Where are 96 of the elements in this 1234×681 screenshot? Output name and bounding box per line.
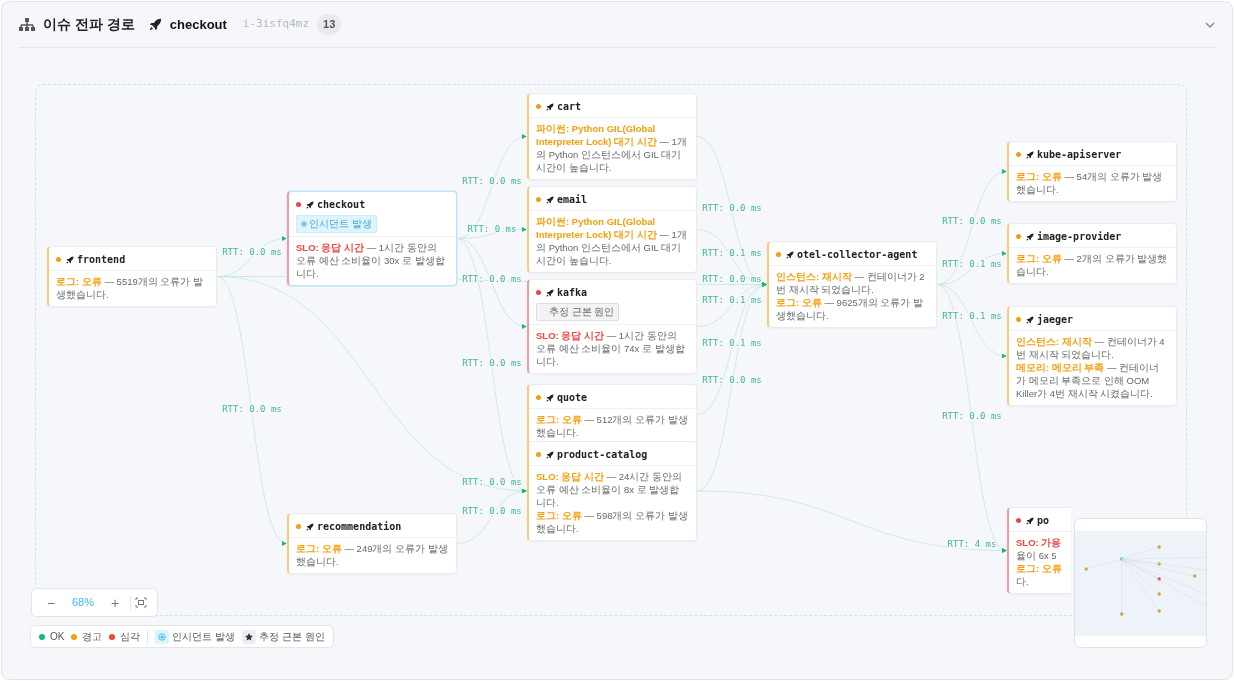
incident-badge: 인시던트 발생 xyxy=(296,215,377,234)
service-node[interactable]: recommendation 로그: 오류 — 249개의 오류가 발생했습니다. xyxy=(287,513,457,574)
edge-label: RTT: 0.1 ms xyxy=(702,247,762,258)
edge-label: RTT: 0.0 ms xyxy=(702,202,762,213)
node-title: cart xyxy=(557,100,582,114)
node-title: kafka xyxy=(557,286,588,300)
issue-text: 로그: 오류 — 2개의 오류가 발생했습니다. xyxy=(1016,252,1169,278)
edge-label: RTT: 0.1 ms xyxy=(942,311,1002,322)
legend-label: 인시던트 발생 xyxy=(172,630,236,644)
service-node[interactable]: kube-apiserver 로그: 오류 — 54개의 오류가 발생했습니다. xyxy=(1007,141,1177,202)
edge-label: RTT: 0.0 ms xyxy=(222,403,282,414)
node-title: product-catalog xyxy=(557,448,648,462)
service-node[interactable]: jaeger 인스턴스: 재시작 — 컨테이너가 4번 재시작 되었습니다. 메모리: 메모리 부족 — 컨테이너가 메모리 부족으로 인해 OOM Killer가 4번 재시작 시켰습니다. xyxy=(1007,306,1177,406)
node-title: po xyxy=(1037,514,1050,528)
legend-label: 추정 근본 원인 xyxy=(259,630,325,644)
rocket-icon xyxy=(546,288,554,297)
node-title: kube-apiserver xyxy=(1037,148,1122,162)
edge-label: RTT: 0.0 ms xyxy=(942,216,1002,227)
rocket-icon xyxy=(1026,232,1034,241)
chevron-down-icon[interactable] xyxy=(1205,21,1215,28)
root-cause-badge: 추정 근본 원인 xyxy=(536,303,620,322)
edge-label: RTT: 0.0 ms xyxy=(462,506,522,517)
issue-id: i-3isfq4mz xyxy=(242,16,310,33)
edge-label: RTT: 0.0 ms xyxy=(942,411,1002,422)
issue-text: 파이썬: Python GIL(Global Interpreter Lock) 대기 시간 — 1개의 Python 인스턴스에서 GIL 대기 시간이 높습니다. xyxy=(536,215,688,267)
rocket-icon xyxy=(306,200,314,209)
rocket-icon xyxy=(1026,315,1034,324)
zoom-level: 68% xyxy=(71,595,95,611)
issue-text: 로그: 오류 — 512개의 오류가 발생했습니다. xyxy=(536,413,689,439)
service-node[interactable]: frontend 로그: 오류 — 5519개의 오류가 발생했습니다. xyxy=(47,246,217,307)
issue-text: SLO: 응답 시간 — 24시간 동안의 오류 예산 소비율이 8x 로 발생합니다. xyxy=(536,470,683,509)
legend-label: 경고 xyxy=(82,630,103,644)
node-title: otel-collector-agent xyxy=(797,248,918,262)
hierarchy-icon xyxy=(19,17,35,32)
edge-label: RTT: 0.0 ms xyxy=(462,273,522,284)
service-node[interactable]: email 파이썬: Python GIL(Global Interpreter Lock) 대기 시간 — 1개의 Python 인스턴스에서 GIL 대기 시간이 높습니다. xyxy=(527,186,697,273)
rocket-icon xyxy=(1026,516,1034,525)
edge-label: RTT: 0.0 ms xyxy=(222,246,282,257)
edge-label: RTT: 0 ms xyxy=(467,223,517,234)
rocket-icon xyxy=(1026,150,1034,159)
legend-label: OK xyxy=(50,630,65,644)
service-name: checkout xyxy=(169,15,227,34)
issue-text: 인스턴스: 재시작 — 컨테이너가 2번 재시작 되었습니다. xyxy=(776,270,926,296)
issue-text: 로그: 오류 xyxy=(1016,562,1063,575)
fit-view-icon[interactable] xyxy=(135,597,147,608)
issue-text: 인스턴스: 재시작 — 컨테이너가 4번 재시작 되었습니다. xyxy=(1016,335,1166,361)
service-node[interactable]: kafka 추정 근본 원인 SLO: 응답 시간 — 1시간 동안의 오류 예산 소비율이 74x 로 발생합니다. xyxy=(527,279,697,375)
issue-text: SLO: 응답 시간 — 1시간 동안의 오류 예산 소비율이 30x 로 발생합니다. xyxy=(296,241,446,281)
issue-text: 파이썬: Python GIL(Global Interpreter Lock) 대기 시간 — 1개의 Python 인스턴스에서 GIL 대기 시간이 높습니다. xyxy=(536,122,688,174)
rocket-icon xyxy=(546,102,554,111)
rocket-icon xyxy=(546,393,554,402)
panel-title: 이슈 전파 경로 xyxy=(43,15,135,34)
node-title: checkout xyxy=(317,198,366,212)
issue-text: SLO: 가용 xyxy=(1016,536,1063,549)
service-node[interactable]: cart 파이썬: Python GIL(Global Interpreter Lock) 대기 시간 — 1개의 Python 인스턴스에서 GIL 대기 시간이 높습니다. xyxy=(527,93,697,180)
edge-label: RTT: 0.0 ms xyxy=(702,374,762,385)
issue-text: 다. xyxy=(1016,575,1030,588)
node-title: recommendation xyxy=(317,520,402,534)
service-node[interactable]: checkout 인시던트 발생 SLO: 응답 시간 — 1시간 동안의 오류 예산 소비율이 30x 로 발생합니다. xyxy=(287,191,457,287)
edge-label: RTT: 0.0 ms xyxy=(462,477,522,488)
edge-label: RTT: 0.1 ms xyxy=(942,258,1002,269)
node-title: frontend xyxy=(77,253,126,267)
zoom-out-button[interactable]: − xyxy=(40,595,62,610)
issue-text: 로그: 오류 — 9625개의 오류가 발생했습니다. xyxy=(776,296,924,322)
node-title: email xyxy=(557,193,588,207)
issue-text: 로그: 오류 — 54개의 오류가 발생했습니다. xyxy=(1016,170,1164,196)
service-node[interactable]: otel-collector-agent 인스턴스: 재시작 — 컨테이너가 2번 재시작 되었습니다. 로그: 오류 — 9625개의 오류가 발생했습니다. xyxy=(767,241,937,328)
issue-text: SLO: 응답 시간 — 1시간 동안의 오류 예산 소비율이 74x 로 발생합니다. xyxy=(536,329,686,369)
rocket-icon xyxy=(786,250,794,259)
service-node[interactable]: product-catalog SLO: 응답 시간 — 24시간 동안의 오류 예산 소비율이 8x 로 발생합니다. 로그: 오류 — 598개의 오류가 발생했습니다. xyxy=(527,441,697,541)
rocket-icon xyxy=(546,195,554,204)
issue-text: 로그: 오류 — 5519개의 오류가 발생했습니다. xyxy=(56,275,204,301)
count-badge: 13 xyxy=(317,14,342,35)
incident-icon xyxy=(155,629,170,644)
node-title: image-provider xyxy=(1037,230,1122,244)
zoom-in-button[interactable]: + xyxy=(104,595,126,610)
rocket-icon xyxy=(66,255,74,264)
issue-text: 메모리: 메모리 부족 — 컨테이너가 메모리 부족으로 인해 OOM Killer가 4번 재시작 시켰습니다. xyxy=(1016,361,1161,400)
edge-label: RTT: 0.0 ms xyxy=(462,176,522,186)
star-icon xyxy=(242,629,257,644)
node-title: jaeger xyxy=(1037,313,1074,327)
rocket-icon xyxy=(148,18,162,31)
rocket-icon xyxy=(306,522,314,531)
issue-text: 율이 6x 5 xyxy=(1016,549,1058,562)
node-title: quote xyxy=(557,391,588,405)
edge-label: RTT: 0.0 ms xyxy=(462,358,522,369)
service-node[interactable]: po SLO: 가용 율이 6x 5 로그: 오류 다. xyxy=(1007,507,1071,594)
edge-label: RTT: 0.1 ms xyxy=(702,337,762,348)
issue-text: 로그: 오류 — 598개의 오류가 발생했습니다. xyxy=(536,509,689,535)
service-node[interactable]: image-provider 로그: 오류 — 2개의 오류가 발생했습니다. xyxy=(1007,223,1177,284)
rocket-icon xyxy=(546,450,554,459)
edge-label: RTT: 0.0 ms xyxy=(702,274,762,285)
issue-text: 로그: 오류 — 249개의 오류가 발생했습니다. xyxy=(296,542,449,568)
legend-label: 심각 xyxy=(120,630,141,644)
edge-label: RTT: 4 ms xyxy=(947,539,997,550)
edge-label: RTT: 0.1 ms xyxy=(702,294,762,305)
